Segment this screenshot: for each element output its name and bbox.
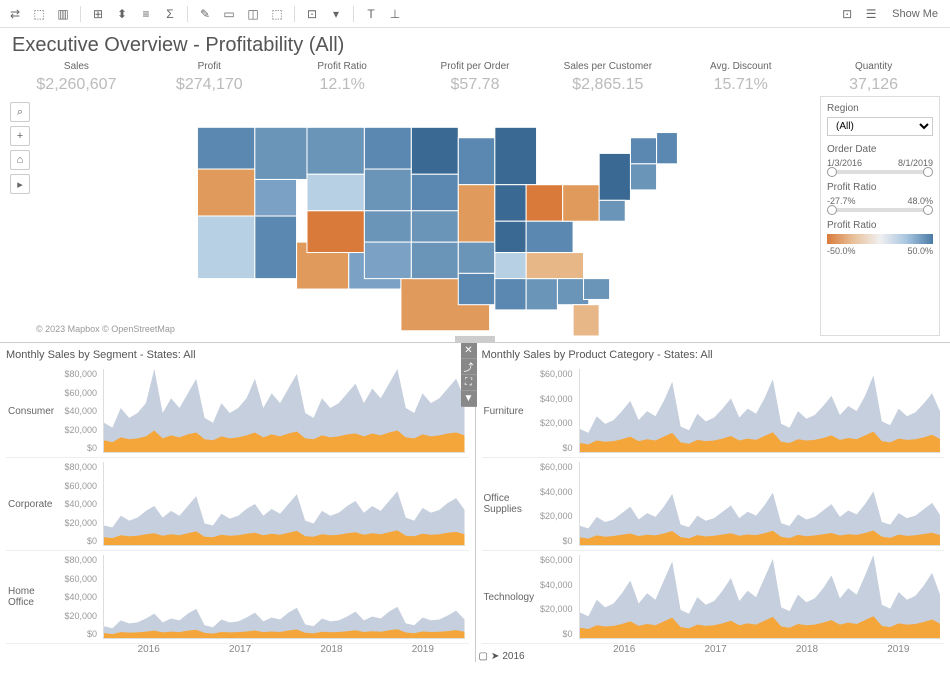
kpi-label: Profit per Order (411, 61, 540, 72)
row-label: Office Supplies (482, 458, 537, 550)
x-tick: 2017 (194, 644, 285, 660)
maximize-icon[interactable]: ⛶ (461, 375, 477, 391)
kpi-label: Profit Ratio (278, 61, 407, 72)
kpi-card: Sales $2,260,607 (12, 61, 141, 94)
x-tick: 2017 (670, 644, 761, 660)
legend-label: Profit Ratio (827, 220, 933, 231)
kpi-card: Profit $274,170 (145, 61, 274, 94)
chart-row: Technology$60,000$40,000$20,000$0 (482, 551, 945, 644)
highlight-icon[interactable]: ✎ (196, 5, 214, 23)
kpi-label: Avg. Discount (676, 61, 805, 72)
kpi-value: $2,865.15 (543, 76, 672, 94)
kpi-value: 37,126 (809, 76, 938, 94)
close-icon[interactable]: ✕ (461, 343, 477, 359)
year-toggle[interactable]: ▢ ➤ 2016 (479, 651, 525, 662)
plot-area[interactable]: $60,000$40,000$20,000$0 (537, 458, 945, 550)
fit-icon[interactable]: ⊡ (303, 5, 321, 23)
chart-hover-toolbar: ✕ ⤴ ⛶ ▼ (461, 343, 477, 407)
arrow-icon: ➤ (491, 651, 499, 662)
sort-desc-icon[interactable]: ▥ (54, 5, 72, 23)
x-tick: 2018 (286, 644, 377, 660)
color-legend (827, 234, 933, 244)
plot-area[interactable]: $80,000$60,000$40,000$20,000$0 (61, 365, 469, 457)
dropdown-icon[interactable]: ▾ (327, 5, 345, 23)
category-chart-title: Monthly Sales by Product Category - Stat… (482, 345, 945, 365)
present-icon[interactable]: ⊡ (838, 5, 856, 23)
chart-row: Consumer$80,000$60,000$40,000$20,000$0 (6, 365, 469, 458)
segment-chart: Monthly Sales by Segment - States: All ✕… (0, 343, 476, 662)
dashboard-title: Executive Overview - Profitability (All) (0, 28, 950, 59)
chart-row: Furniture$60,000$40,000$20,000$0 (482, 365, 945, 458)
kpi-value: $274,170 (145, 76, 274, 94)
x-tick: 2019 (377, 644, 468, 660)
kpi-value: 15.71% (676, 76, 805, 94)
x-tick: 2019 (853, 644, 944, 660)
map-attribution: © 2023 Mapbox © OpenStreetMap (36, 324, 175, 334)
lines-icon[interactable]: ⊥ (386, 5, 404, 23)
sort-icon[interactable]: ⬍ (113, 5, 131, 23)
kpi-card: Profit Ratio 12.1% (278, 61, 407, 94)
plot-area[interactable]: $60,000$40,000$20,000$0 (537, 551, 945, 643)
segment-chart-title: Monthly Sales by Segment - States: All (6, 345, 469, 365)
region-label: Region (827, 103, 933, 114)
square-icon: ▢ (479, 651, 488, 662)
totals-icon[interactable]: ≡ (137, 5, 155, 23)
swap-icon[interactable]: ⇄ (6, 5, 24, 23)
row-label: Technology (482, 551, 537, 643)
row-label: Home Office (6, 551, 61, 643)
format-icon[interactable]: ⬚ (268, 5, 286, 23)
profitratio-label: Profit Ratio (827, 182, 933, 193)
kpi-label: Sales (12, 61, 141, 72)
cards-icon[interactable]: ☰ (862, 5, 880, 23)
filter-panel: Region (All) Order Date 1/3/20168/1/2019… (820, 96, 940, 336)
map[interactable]: © 2023 Mapbox © OpenStreetMap (34, 96, 820, 336)
share-icon[interactable]: ⤴ (461, 359, 477, 375)
kpi-value: $57.78 (411, 76, 540, 94)
row-label: Consumer (6, 365, 61, 457)
text-icon[interactable]: T (362, 5, 380, 23)
kpi-label: Sales per Customer (543, 61, 672, 72)
toolbar: ⇄ ⬚ ▥ ⊞ ⬍ ≡ Σ ✎ ▭ ◫ ⬚ ⊡ ▾ T ⊥ ⊡ ☰ Show M… (0, 0, 950, 28)
kpi-value: 12.1% (278, 76, 407, 94)
annotate-icon[interactable]: ◫ (244, 5, 262, 23)
kpi-label: Profit (145, 61, 274, 72)
kpi-card: Quantity 37,126 (809, 61, 938, 94)
show-me-button[interactable]: Show Me (886, 6, 944, 22)
kpi-value: $2,260,607 (12, 76, 141, 94)
row-label: Furniture (482, 365, 537, 457)
home-icon[interactable]: ⌂ (10, 150, 30, 170)
x-tick: 2016 (103, 644, 194, 660)
x-tick: 2016 (579, 644, 670, 660)
chart-row: Corporate$80,000$60,000$40,000$20,000$0 (6, 458, 469, 551)
chart-row: Office Supplies$60,000$40,000$20,000$0 (482, 458, 945, 551)
orderdate-label: Order Date (827, 144, 933, 155)
profitratio-slider[interactable] (827, 208, 933, 212)
plot-area[interactable]: $80,000$60,000$40,000$20,000$0 (61, 551, 469, 643)
kpi-card: Profit per Order $57.78 (411, 61, 540, 94)
chart-row: Home Office$80,000$60,000$40,000$20,000$… (6, 551, 469, 644)
category-chart: Monthly Sales by Product Category - Stat… (476, 343, 950, 662)
plot-area[interactable]: $80,000$60,000$40,000$20,000$0 (61, 458, 469, 550)
region-select[interactable]: (All) (827, 117, 933, 136)
play-icon[interactable]: ▸ (10, 174, 30, 194)
map-tools: ⌕ + ⌂ ▸ (10, 96, 34, 336)
plot-area[interactable]: $60,000$40,000$20,000$0 (537, 365, 945, 457)
sort-asc-icon[interactable]: ⬚ (30, 5, 48, 23)
group-icon[interactable]: ⊞ (89, 5, 107, 23)
orderdate-slider[interactable] (827, 170, 933, 174)
kpi-card: Avg. Discount 15.71% (676, 61, 805, 94)
search-icon[interactable]: ⌕ (10, 102, 30, 122)
kpi-row: Sales$2,260,607Profit$274,170Profit Rati… (0, 59, 950, 96)
kpi-card: Sales per Customer $2,865.15 (543, 61, 672, 94)
zoom-in-icon[interactable]: + (10, 126, 30, 146)
kpi-label: Quantity (809, 61, 938, 72)
sigma-icon[interactable]: Σ (161, 5, 179, 23)
row-label: Corporate (6, 458, 61, 550)
labels-icon[interactable]: ▭ (220, 5, 238, 23)
x-tick: 2018 (761, 644, 852, 660)
filter-icon[interactable]: ▼ (461, 391, 477, 407)
